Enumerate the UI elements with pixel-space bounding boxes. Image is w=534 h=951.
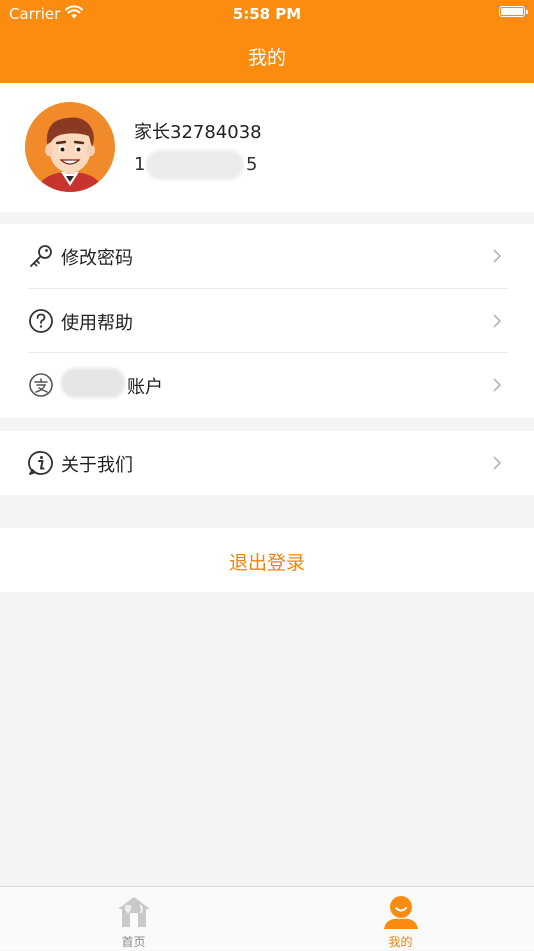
menu-group-about: 关于我们	[0, 431, 534, 495]
account-name-redaction	[61, 368, 125, 398]
menu-item-help[interactable]: 使用帮助	[0, 289, 534, 353]
tab-home-label: 首页	[121, 935, 146, 949]
menu-item-about[interactable]: 关于我们	[0, 431, 534, 495]
info-icon	[28, 451, 53, 475]
logout-button[interactable]: 退出登录	[0, 528, 534, 592]
question-icon	[29, 309, 53, 333]
logout-label: 退出登录	[228, 552, 305, 574]
profile-phone: 1 5	[134, 150, 274, 180]
account-label-text: 账户	[127, 377, 163, 398]
menu-label-help: 使用帮助	[61, 313, 133, 334]
menu-item-account[interactable]: 账户	[0, 353, 534, 417]
tab-mine[interactable]: 我的	[267, 887, 534, 951]
chevron-right-icon	[493, 249, 502, 263]
phone-start: 1	[134, 154, 146, 175]
home-icon	[117, 897, 150, 927]
menu-label-change-password: 修改密码	[61, 248, 133, 269]
avatar	[25, 102, 115, 192]
chevron-right-icon	[493, 456, 502, 470]
battery-icon	[499, 6, 528, 17]
menu-group-account: 修改密码 使用帮助 账户	[0, 224, 534, 418]
status-time: 5:58 PM	[232, 5, 302, 23]
chevron-right-icon	[493, 314, 502, 328]
chevron-right-icon	[493, 378, 502, 392]
profile-name: 家长32784038	[134, 122, 262, 143]
alipay-icon	[29, 373, 53, 397]
person-icon	[383, 896, 418, 929]
tab-mine-label: 我的	[388, 935, 413, 949]
profile-card[interactable]: 家长32784038 1 5	[0, 83, 534, 212]
phone-end: 5	[246, 154, 258, 175]
status-bar: Carrier 5:58 PM	[0, 0, 534, 28]
menu-item-change-password[interactable]: 修改密码	[0, 224, 534, 288]
phone-redaction	[146, 150, 244, 180]
header: Carrier 5:58 PM 我的	[0, 0, 534, 83]
tab-home[interactable]: 首页	[0, 887, 267, 951]
tab-bar: 首页 我的	[0, 886, 534, 950]
menu-label-about: 关于我们	[61, 455, 133, 476]
menu-label-account: 账户	[61, 368, 163, 399]
page-title: 我的	[247, 47, 286, 69]
key-icon	[30, 245, 52, 267]
